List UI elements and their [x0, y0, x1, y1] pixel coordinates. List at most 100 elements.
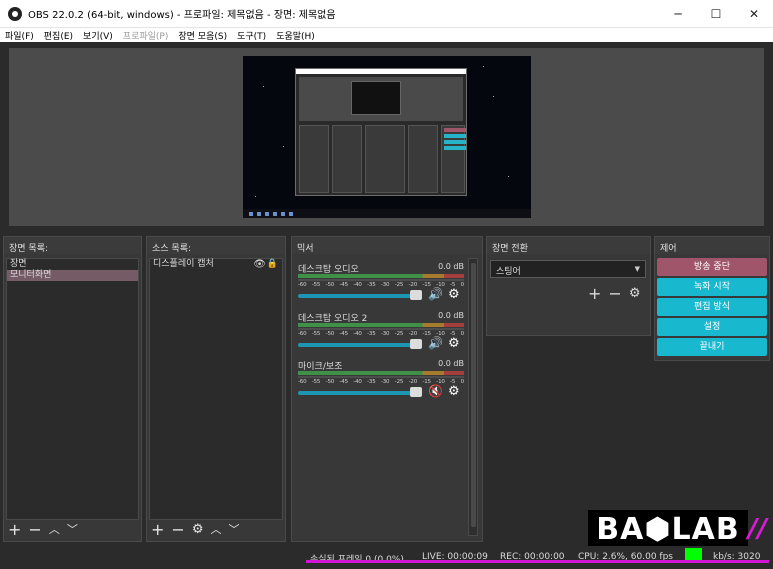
nested-preview	[299, 77, 463, 121]
scale-tick: -25	[394, 379, 404, 385]
lock-icon[interactable]: 🔒	[267, 259, 278, 270]
add-scene-button[interactable]: +	[8, 520, 21, 539]
volume-slider[interactable]	[298, 343, 420, 347]
scale-tick: -20	[408, 282, 418, 288]
settings-button[interactable]: 설정	[657, 318, 767, 336]
menu-edit[interactable]: 편집(E)	[39, 29, 78, 42]
menu-file[interactable]: 파일(F)	[0, 29, 39, 42]
scale-tick: -25	[394, 331, 404, 337]
nested-titlebar	[296, 69, 466, 74]
scale-tick: -20	[408, 379, 418, 385]
menu-profile[interactable]: 프로파일(P)	[118, 29, 174, 42]
nested-panel	[408, 125, 438, 193]
volume-slider[interactable]	[298, 391, 420, 395]
scenes-toolbar: + − ︿ ﹀	[8, 519, 85, 539]
star	[508, 176, 509, 177]
scale-tick: -40	[353, 282, 362, 288]
menu-tools[interactable]: 도구(T)	[232, 29, 271, 42]
muted-speaker-icon[interactable]: 🔇	[428, 384, 443, 398]
scale-tick: -45	[339, 282, 348, 288]
menu-help[interactable]: 도움말(H)	[271, 29, 320, 42]
scenes-dock: 장면 목록: 장면 모니터화면 + − ︿ ﹀	[3, 236, 142, 542]
start-recording-button[interactable]: 녹화 시작	[657, 278, 767, 296]
sources-toolbar: + − ⚙ ︿ ﹀	[151, 519, 246, 539]
remove-source-button[interactable]: −	[171, 520, 184, 539]
scene-item-selected[interactable]: 모니터화면	[7, 270, 138, 281]
gear-icon[interactable]: ⚙	[448, 336, 460, 351]
scale-tick: -30	[380, 331, 390, 337]
mixer-scrollbar[interactable]	[468, 258, 478, 536]
move-scene-up-button[interactable]: ︿	[49, 521, 60, 537]
scenes-list[interactable]: 장면 모니터화면	[6, 258, 139, 520]
preview-area	[9, 48, 764, 226]
taskbar-icon	[249, 211, 253, 216]
nested-panel	[332, 125, 362, 193]
menu-scene-collection[interactable]: 장면 모음(S)	[173, 29, 232, 42]
nested-inner-preview	[351, 81, 401, 115]
scale-tick: -50	[325, 282, 335, 288]
highlight-underline	[306, 560, 769, 563]
volume-slider-handle[interactable]	[410, 339, 422, 349]
remove-transition-button[interactable]: −	[608, 284, 621, 303]
source-properties-gear-icon[interactable]: ⚙	[192, 522, 204, 537]
sources-header: 소스 목록:	[147, 237, 285, 254]
gear-icon[interactable]: ⚙	[448, 384, 460, 399]
scale-tick: -55	[311, 282, 321, 288]
stream-preview[interactable]	[243, 56, 531, 218]
volume-slider[interactable]	[298, 294, 420, 298]
transitions-header: 장면 전환	[487, 237, 650, 254]
taskbar-icon	[265, 211, 269, 216]
studio-mode-button[interactable]: 편집 방식	[657, 298, 767, 316]
scale-tick: -25	[394, 282, 404, 288]
speaker-icon[interactable]: 🔊	[428, 287, 443, 301]
remove-scene-button[interactable]: −	[28, 520, 41, 539]
dropped-frames: 손실된 프레임 0 (0.0%)	[310, 552, 404, 565]
eye-icon[interactable]: 👁	[253, 259, 266, 270]
move-scene-down-button[interactable]: ﹀	[67, 521, 78, 537]
menu-view[interactable]: 보기(V)	[78, 29, 118, 42]
minimize-button[interactable]: ─	[659, 0, 697, 28]
move-source-down-button[interactable]: ﹀	[228, 521, 239, 537]
volume-slider-handle[interactable]	[410, 387, 422, 397]
watermark-text: BA⬢LAB	[596, 511, 740, 547]
mixer-header: 믹서	[292, 237, 482, 254]
nested-panel	[365, 125, 405, 193]
scrollbar-thumb[interactable]	[471, 263, 476, 527]
transition-gear-icon[interactable]: ⚙	[629, 286, 641, 301]
scale-tick: 0	[460, 282, 465, 288]
gear-icon[interactable]: ⚙	[448, 287, 460, 302]
scale-tick: -50	[325, 379, 335, 385]
close-button[interactable]: ✕	[735, 0, 773, 28]
add-transition-button[interactable]: +	[588, 284, 601, 303]
sources-list[interactable]: 디스플레이 캡처 👁 🔒	[149, 258, 283, 520]
volume-meter	[298, 371, 464, 375]
scene-item[interactable]: 장면	[7, 259, 138, 270]
scale-tick: -55	[311, 379, 321, 385]
volume-slider-handle[interactable]	[410, 290, 422, 300]
exit-button[interactable]: 끝내기	[657, 338, 767, 356]
title-bar: OBS 22.0.2 (64-bit, windows) - 프로파일: 제목없…	[0, 0, 773, 28]
stop-streaming-button[interactable]: 방송 중단	[657, 258, 767, 276]
star	[263, 86, 264, 87]
scale-tick: -35	[367, 282, 376, 288]
add-source-button[interactable]: +	[151, 520, 164, 539]
transition-toolbar: + − ⚙	[588, 284, 640, 303]
transition-selected-value: 스팅어	[496, 267, 521, 277]
volume-meter-peak	[298, 328, 464, 330]
source-item[interactable]: 디스플레이 캡처 👁 🔒	[150, 259, 282, 270]
scale-tick: -60	[298, 282, 307, 288]
speaker-icon[interactable]: 🔊	[428, 336, 443, 350]
scale-tick: -45	[339, 331, 348, 337]
transition-select[interactable]: 스팅어 ▼	[490, 260, 646, 278]
scenes-header: 장면 목록:	[4, 237, 141, 254]
watermark-slashes: //	[748, 514, 767, 544]
scale-tick: -60	[298, 331, 307, 337]
channel-db: 0.0 dB	[438, 359, 464, 368]
star	[283, 146, 284, 147]
volume-meter-peak	[298, 376, 464, 378]
move-source-up-button[interactable]: ︿	[210, 521, 221, 537]
maximize-button[interactable]: ☐	[697, 0, 735, 28]
channel-db: 0.0 dB	[438, 262, 464, 271]
nested-panel	[299, 125, 329, 193]
scale-tick: 0	[460, 379, 465, 385]
